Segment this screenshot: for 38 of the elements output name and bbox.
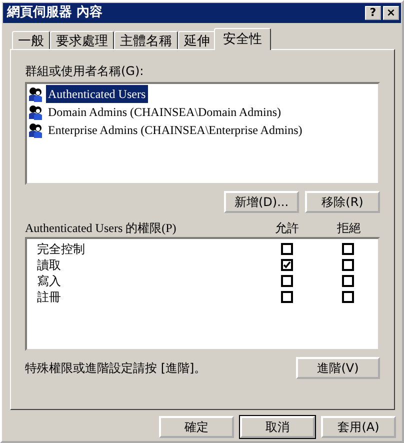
apply-button[interactable]: 套用(A): [321, 416, 396, 438]
group-list[interactable]: Authenticated Users Domain Admins (CHAINSEA\Domain Admins) Enterprise Admins (CHAINSEA\Enterprise Admins): [25, 82, 380, 185]
add-button[interactable]: 新增(D)...: [224, 191, 299, 213]
tab[interactable]: 要求處理: [50, 31, 114, 50]
cancel-button[interactable]: 取消: [240, 416, 315, 438]
tab[interactable]: 延伸: [178, 31, 216, 50]
group-list-label: 群組或使用者名稱(G):: [25, 63, 145, 80]
checkbox[interactable]: [342, 259, 354, 271]
users-icon: [28, 104, 44, 120]
advanced-hint: 特殊權限或進階設定請按 [進階]。: [25, 360, 206, 377]
checkbox[interactable]: [342, 291, 354, 303]
list-item[interactable]: Domain Admins (CHAINSEA\Domain Admins): [46, 103, 283, 121]
checkbox[interactable]: [280, 275, 293, 287]
permissions-label: Authenticated Users 的權限(P): [25, 220, 178, 237]
checkbox[interactable]: [280, 291, 293, 303]
help-button[interactable]: ?: [365, 6, 381, 20]
users-icon: [28, 122, 44, 138]
checkbox[interactable]: [342, 275, 354, 287]
users-icon: [28, 86, 44, 102]
ok-button[interactable]: 確定: [159, 416, 234, 438]
checkbox[interactable]: [280, 259, 293, 271]
permission-name: 寫入: [36, 273, 62, 290]
close-button[interactable]: ×: [383, 6, 399, 20]
tab[interactable]: 一般: [12, 31, 50, 50]
permission-name: 註冊: [36, 289, 62, 306]
tab[interactable]: 安全性: [214, 28, 271, 50]
window-title: 網頁伺服器 內容: [7, 4, 104, 22]
permission-name: 完全控制: [36, 241, 86, 258]
permission-name: 讀取: [36, 257, 62, 274]
remove-button[interactable]: 移除(R): [305, 191, 380, 213]
list-item[interactable]: Authenticated Users: [46, 85, 148, 103]
checkbox[interactable]: [342, 243, 354, 255]
column-header: 拒絕: [336, 220, 362, 237]
column-header: 允許: [274, 220, 300, 237]
list-item[interactable]: Enterprise Admins (CHAINSEA\Enterprise Admins): [46, 121, 304, 139]
checkbox[interactable]: [280, 243, 293, 255]
tab[interactable]: 主體名稱: [114, 31, 178, 50]
advanced-button[interactable]: 進階(V): [296, 357, 380, 379]
